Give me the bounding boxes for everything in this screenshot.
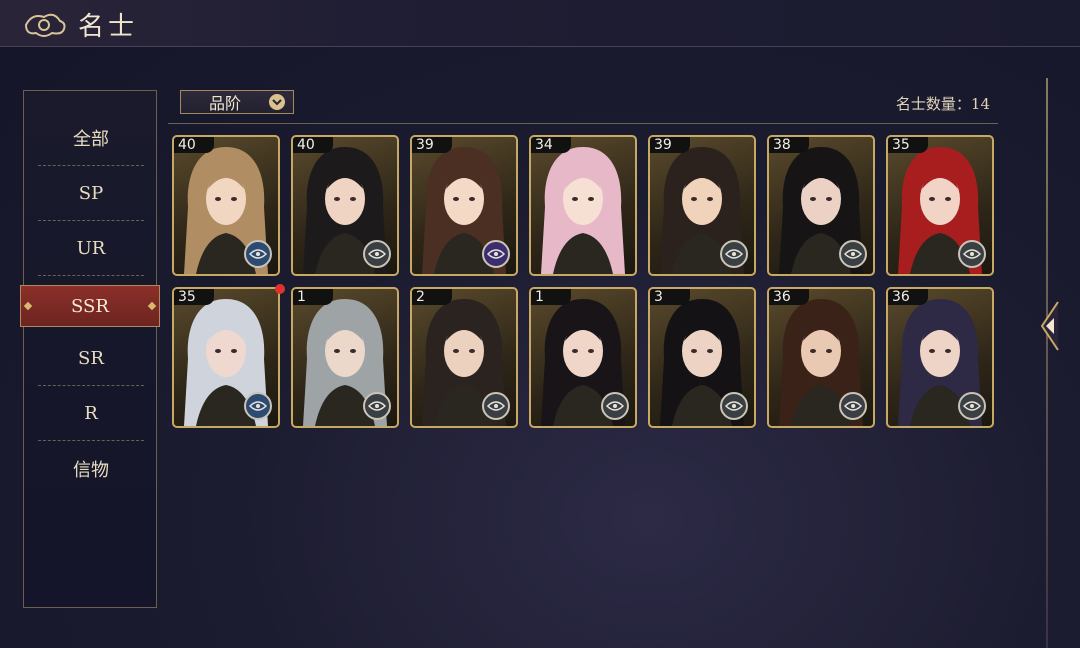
filter-label: 品阶 [209, 94, 242, 113]
hero-card[interactable]: 1 [529, 287, 637, 428]
sidebar-item-label: SR [78, 347, 104, 369]
hero-card[interactable]: 3 [648, 287, 756, 428]
gray-eye-icon [720, 392, 748, 420]
level-label: 1 [293, 289, 333, 305]
sidebar-item-all[interactable]: 全部 [38, 111, 144, 166]
gray-eye-icon [839, 392, 867, 420]
sidebar-item-r[interactable]: R [38, 386, 144, 441]
sidebar-item-sp[interactable]: SP [38, 166, 144, 221]
purple-eye-icon [482, 240, 510, 268]
level-label: 39 [412, 137, 452, 153]
title-group: 名士 [22, 6, 138, 43]
hero-card[interactable]: 36 [886, 287, 994, 428]
gray-eye-icon [363, 392, 391, 420]
sidebar-item-ssr[interactable]: SSR [20, 285, 160, 327]
hero-card[interactable]: 39 [648, 135, 756, 276]
sidebar-item-label: 全部 [73, 129, 109, 150]
hero-card[interactable]: 1 [291, 287, 399, 428]
divider [168, 123, 998, 124]
hero-card[interactable]: 2 [410, 287, 518, 428]
gray-eye-icon [363, 240, 391, 268]
sidebar-item-sr[interactable]: SR [38, 331, 144, 386]
hero-card[interactable]: 35 [172, 287, 280, 428]
rank-filter-dropdown[interactable]: 品阶 [180, 90, 294, 114]
sidebar-item-label: 信物 [73, 459, 109, 481]
hero-count: 名士数量：14 [895, 95, 990, 113]
page-title: 名士 [78, 12, 139, 42]
sidebar-item-label: SSR [71, 295, 109, 317]
level-label: 40 [293, 137, 333, 153]
hero-card[interactable]: 36 [767, 287, 875, 428]
gray-eye-icon [601, 392, 629, 420]
level-label: 3 [650, 289, 690, 305]
gray-eye-icon [958, 240, 986, 268]
level-label: 2 [412, 289, 452, 305]
level-label: 38 [769, 137, 809, 153]
level-label: 1 [531, 289, 571, 305]
ornament-dot [147, 301, 157, 311]
chevron-down-icon [269, 94, 285, 110]
sidebar-item-label: SP [78, 182, 104, 204]
level-label: 35 [888, 137, 928, 153]
hero-portrait [541, 147, 625, 274]
level-label: 39 [650, 137, 690, 153]
frame-line [1046, 78, 1048, 648]
level-label: 35 [174, 289, 214, 305]
gray-eye-icon [482, 392, 510, 420]
side-arrow-icon[interactable] [1034, 300, 1060, 352]
gray-eye-icon [839, 240, 867, 268]
level-label: 36 [769, 289, 809, 305]
blue-eye-icon [244, 392, 272, 420]
hero-card[interactable]: 38 [767, 135, 875, 276]
blue-eye-icon [244, 240, 272, 268]
sidebar: 全部 SP UR SR R 信物 [23, 90, 157, 608]
hero-card[interactable]: 34 [529, 135, 637, 276]
top-bar: 名士 [0, 0, 1080, 47]
hero-card[interactable]: 39 [410, 135, 518, 276]
hero-card[interactable]: 40 [291, 135, 399, 276]
sidebar-item-ur[interactable]: UR [38, 221, 144, 276]
level-label: 40 [174, 137, 214, 153]
sidebar-item-token[interactable]: 信物 [38, 441, 144, 496]
hero-card[interactable]: 35 [886, 135, 994, 276]
back-cloud-icon[interactable] [22, 9, 68, 41]
sidebar-item-label: R [84, 402, 98, 424]
notification-dot [275, 284, 285, 294]
level-label: 36 [888, 289, 928, 305]
ornament-dot [23, 301, 33, 311]
level-label: 34 [531, 137, 571, 153]
gray-eye-icon [958, 392, 986, 420]
sidebar-item-label: UR [76, 237, 106, 259]
gray-eye-icon [720, 240, 748, 268]
hero-card[interactable]: 40 [172, 135, 280, 276]
